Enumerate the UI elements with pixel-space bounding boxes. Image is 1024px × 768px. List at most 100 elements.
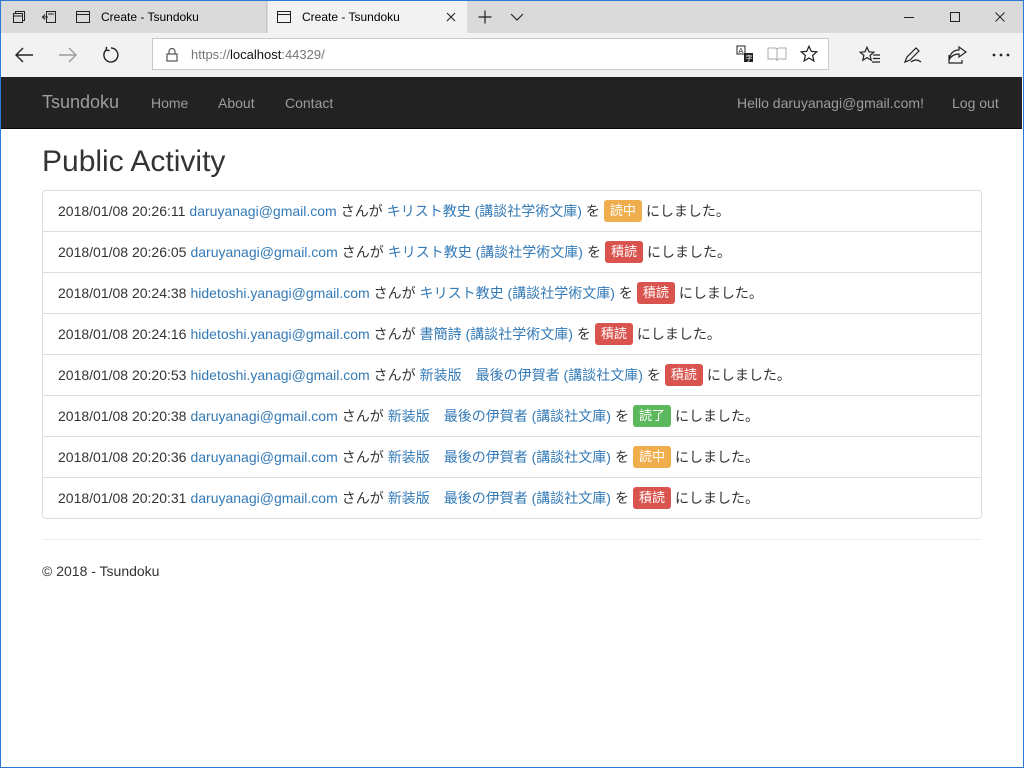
user-link[interactable]: hidetoshi.yanagi@gmail.com [190,285,369,301]
window-close-icon[interactable] [977,1,1023,33]
activity-text: を [614,408,629,424]
footer-text: © 2018 - Tsundoku [42,563,160,579]
browser-tab-active[interactable]: Create - Tsundoku [268,1,467,33]
activity-time: 2018/01/08 20:24:16 [58,326,187,342]
activity-text: を [618,285,633,301]
activity-item: 2018/01/08 20:26:11 daruyanagi@gmail.com さ… [43,191,981,231]
maximize-icon[interactable] [932,1,978,33]
tab-title: Create - Tsundoku [302,10,400,24]
activity-text: さんが [373,285,416,301]
activity-time: 2018/01/08 20:26:05 [58,244,187,260]
activity-time: 2018/01/08 20:24:38 [58,285,187,301]
activity-text: にしました。 [674,490,759,506]
activity-text: にしました。 [678,285,763,301]
activity-item: 2018/01/08 20:20:38 daruyanagi@gmail.com さ… [43,395,981,436]
activity-text: さんが [373,367,416,383]
activity-text: を [576,326,591,342]
activity-text: にしました。 [636,326,721,342]
status-badge: 積読 [594,323,633,345]
tab-manager-icon[interactable] [3,1,35,33]
new-tab-icon[interactable] [469,1,501,33]
activity-text: を [585,203,600,219]
favorites-hub-icon[interactable] [848,33,892,77]
translate-icon[interactable]: A字 [732,39,758,69]
activity-text: にしました。 [674,408,759,424]
book-link[interactable]: キリスト教史 (講談社学術文庫) [387,201,582,221]
back-icon[interactable] [2,33,46,77]
activity-text: を [586,244,601,260]
reading-view-icon[interactable] [764,39,790,69]
status-badge: 読中 [632,446,671,468]
activity-text: にしました。 [645,203,730,219]
status-badge: 積読 [664,364,703,386]
status-badge: 積読 [632,487,671,509]
tab-preview-chevron-icon[interactable] [501,1,533,33]
page-icon [75,10,97,24]
activity-text: さんが [341,408,384,424]
book-link[interactable]: 新装版 最後の伊賀者 (講談社文庫) [388,406,611,426]
nav-home-link[interactable]: Home [151,95,188,111]
activity-time: 2018/01/08 20:26:11 [58,203,186,219]
activity-text: さんが [341,449,384,465]
pen-icon[interactable] [891,33,935,77]
minimize-icon[interactable] [886,1,932,33]
activity-time: 2018/01/08 20:20:36 [58,449,187,465]
svg-text:字: 字 [746,54,753,63]
activity-item: 2018/01/08 20:20:53 hidetoshi.yanagi@gmai… [43,354,981,395]
brand-link[interactable]: Tsundoku [42,92,119,113]
logout-link[interactable]: Log out [952,95,999,111]
book-link[interactable]: キリスト教史 (講談社学術文庫) [388,242,583,262]
user-link[interactable]: hidetoshi.yanagi@gmail.com [190,367,369,383]
lock-icon[interactable] [153,47,191,62]
user-link[interactable]: daruyanagi@gmail.com [190,490,337,506]
status-badge: 積読 [604,241,643,263]
more-icon[interactable] [979,33,1023,77]
page-icon [276,10,298,24]
book-link[interactable]: 新装版 最後の伊賀者 (講談社文庫) [388,488,611,508]
activity-text: を [646,367,661,383]
browser-tab[interactable]: Create - Tsundoku [67,1,267,33]
activity-time: 2018/01/08 20:20:53 [58,367,187,383]
set-aside-tabs-icon[interactable] [33,1,65,33]
activity-text: にしました。 [646,244,731,260]
nav-about-link[interactable]: About [218,95,255,111]
user-link[interactable]: hidetoshi.yanagi@gmail.com [190,326,369,342]
close-icon[interactable] [439,5,463,29]
activity-item: 2018/01/08 20:24:38 hidetoshi.yanagi@gmai… [43,272,981,313]
status-badge: 読中 [603,200,642,222]
footer-divider [42,539,982,540]
user-link[interactable]: daruyanagi@gmail.com [190,408,337,424]
activity-text: を [614,490,629,506]
address-url[interactable]: https://localhost:44329/ [191,47,325,62]
activity-item: 2018/01/08 20:20:36 daruyanagi@gmail.com さ… [43,436,981,477]
activity-item: 2018/01/08 20:26:05 daruyanagi@gmail.com さ… [43,231,981,272]
forward-icon[interactable] [46,33,90,77]
url-path: :44329/ [281,46,325,62]
favorite-star-icon[interactable] [796,39,822,69]
tab-title: Create - Tsundoku [101,10,199,24]
browser-toolbar: https://localhost:44329/ A字 [1,33,1023,78]
site-navbar: Tsundoku Home About Contact Hello daruya… [1,77,1022,129]
share-icon[interactable] [935,33,979,77]
status-badge: 積読 [636,282,675,304]
user-link[interactable]: daruyanagi@gmail.com [189,203,336,219]
book-link[interactable]: 新装版 最後の伊賀者 (講談社文庫) [388,447,611,467]
activity-text: にしました。 [674,449,759,465]
url-host: localhost [230,46,282,62]
user-link[interactable]: daruyanagi@gmail.com [190,244,337,260]
book-link[interactable]: 書簡詩 (講談社学術文庫) [420,324,573,344]
status-badge: 読了 [632,405,671,427]
svg-text:A: A [739,47,744,55]
user-link[interactable]: daruyanagi@gmail.com [190,449,337,465]
nav-contact-link[interactable]: Contact [285,95,333,111]
address-bar-actions: A字 [732,39,822,69]
book-link[interactable]: 新装版 最後の伊賀者 (講談社文庫) [420,365,643,385]
activity-item: 2018/01/08 20:20:31 daruyanagi@gmail.com さ… [43,477,981,518]
page-title: Public Activity [42,145,226,178]
address-bar[interactable]: https://localhost:44329/ A字 [152,38,829,70]
refresh-icon[interactable] [89,33,133,77]
activity-text: さんが [341,490,384,506]
manage-account-link[interactable]: Hello daruyanagi@gmail.com! [737,95,924,111]
book-link[interactable]: キリスト教史 (講談社学術文庫) [420,283,615,303]
activity-time: 2018/01/08 20:20:31 [58,490,187,506]
